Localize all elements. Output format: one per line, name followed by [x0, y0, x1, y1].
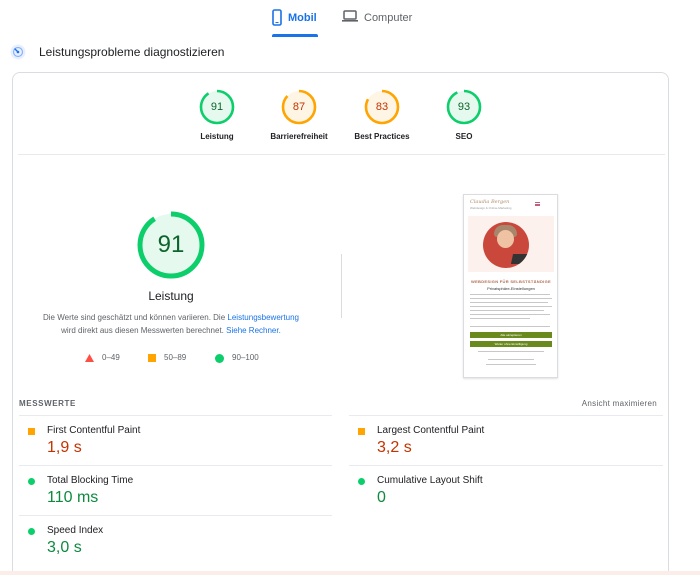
- pass-circle-icon: [28, 528, 35, 535]
- screenshot-logo: Claudia Bergen: [470, 199, 510, 205]
- gauge-accessibility-score: 87: [292, 101, 306, 113]
- metric-lcp-label: Largest Contentful Paint: [377, 425, 485, 436]
- device-tabs: Mobil Computer: [0, 0, 700, 38]
- metric-lcp: Largest Contentful Paint 3,2 s: [349, 423, 649, 471]
- score-legend: 0–49 50–89 90–100: [85, 352, 285, 366]
- laptop-icon: [342, 9, 358, 26]
- performance-diagnose-icon: [10, 44, 26, 60]
- metric-lcp-value: 3,2 s: [377, 439, 412, 456]
- screenshot-logo-sub: Webdesign & Online-Marketing: [470, 206, 512, 210]
- smartphone-icon: [272, 9, 282, 29]
- text-line: [486, 364, 536, 365]
- gauge-performance[interactable]: 91 Leistung: [177, 89, 257, 141]
- text-line: [470, 294, 550, 295]
- score-description: Die Werte sind geschätzt und können vari…: [33, 311, 309, 337]
- gauge-best-practices[interactable]: 83 Best Practices: [342, 89, 422, 141]
- tab-desktop[interactable]: Computer: [342, 9, 412, 37]
- text-line: [470, 310, 544, 311]
- average-square-icon: [148, 354, 156, 362]
- legend-average: 50–89: [148, 352, 186, 364]
- calculator-link[interactable]: Siehe Rechner.: [226, 326, 281, 335]
- gauge-accessibility-label: Barrierefreiheit: [270, 132, 328, 141]
- gauge-accessibility[interactable]: 87 Barrierefreiheit: [259, 89, 339, 141]
- performance-score-title: Leistung: [148, 289, 194, 303]
- metric-cls: Cumulative Layout Shift 0: [349, 473, 649, 521]
- text-line: [478, 351, 544, 352]
- text-line: [470, 314, 550, 315]
- metric-cls-value: 0: [377, 489, 386, 506]
- gauge-best-practices-score: 83: [375, 101, 389, 113]
- tab-active-indicator: [272, 34, 318, 37]
- metric-fcp: First Contentful Paint 1,9 s: [19, 423, 319, 471]
- score-description-text-1: Die Werte sind geschätzt und können vari…: [42, 313, 228, 322]
- gauge-best-practices-label: Best Practices: [354, 132, 410, 141]
- performance-score-gauge: 91: [137, 211, 205, 279]
- text-line: [470, 298, 552, 299]
- screenshot-continue-button: Weiter ohne Einwilligung: [470, 341, 552, 347]
- screenshot-accept-button: Alle akzeptieren: [470, 332, 552, 338]
- metric-separator: [19, 415, 332, 416]
- section-header: Leistungsprobleme diagnostizieren: [10, 44, 224, 60]
- vertical-divider: [341, 254, 342, 318]
- gauge-seo-label: SEO: [455, 132, 473, 141]
- score-description-text-2: wird direkt aus diesen Messwerten berech…: [61, 326, 227, 335]
- legend-fail-label: 0–49: [102, 353, 120, 362]
- screenshot-headline: WEBDESIGN FÜR SELBSTSTÄNDIGE: [471, 279, 551, 284]
- gauge-performance-label: Leistung: [200, 132, 234, 141]
- bottom-edge: [0, 571, 700, 575]
- text-line: [470, 318, 530, 319]
- category-gauges: 91 Leistung 87 Barrierefreiheit 83 Best …: [13, 89, 670, 149]
- tab-desktop-label: Computer: [364, 12, 413, 24]
- metric-fcp-value: 1,9 s: [47, 439, 82, 456]
- metric-tbt-label: Total Blocking Time: [47, 475, 134, 486]
- section-title: Leistungsprobleme diagnostizieren: [39, 45, 225, 59]
- metric-tbt-value: 110 ms: [47, 489, 99, 506]
- portrait-image: [483, 222, 529, 268]
- fail-triangle-icon: [85, 354, 94, 362]
- performance-score-link[interactable]: Leistungsbewertung: [227, 313, 299, 322]
- pass-circle-icon: [215, 353, 224, 363]
- metrics-heading: MESSWERTE: [19, 399, 76, 408]
- performance-score-value: 91: [157, 231, 185, 258]
- legend-fail: 0–49: [85, 352, 120, 364]
- metric-separator: [349, 415, 663, 416]
- metric-speed-index-label: Speed Index: [47, 525, 104, 536]
- pass-circle-icon: [28, 478, 35, 485]
- screenshot-subhead: Privatsphäre-Einstellungen: [487, 286, 535, 291]
- gauge-seo[interactable]: 93 SEO: [424, 89, 504, 141]
- text-line: [470, 302, 548, 303]
- expand-view-button[interactable]: Ansicht maximieren: [582, 399, 657, 408]
- legend-pass-label: 90–100: [232, 353, 259, 362]
- legend-average-label: 50–89: [164, 353, 187, 362]
- metric-speed-index: Speed Index 3,0 s: [19, 523, 319, 571]
- pass-circle-icon: [358, 478, 365, 485]
- gauge-seo-score: 93: [457, 101, 471, 113]
- divider: [18, 154, 665, 155]
- screenshot-hero: [468, 216, 554, 272]
- legend-pass: 90–100: [215, 352, 259, 364]
- metric-fcp-label: First Contentful Paint: [47, 425, 141, 436]
- metric-tbt: Total Blocking Time 110 ms: [19, 473, 319, 521]
- average-square-icon: [358, 428, 365, 435]
- hamburger-menu-icon: [535, 202, 540, 206]
- text-line: [470, 326, 550, 327]
- average-square-icon: [28, 428, 35, 435]
- metric-cls-label: Cumulative Layout Shift: [377, 475, 483, 486]
- gauge-performance-score: 91: [210, 101, 224, 113]
- final-screenshot[interactable]: Claudia Bergen Webdesign & Online-Market…: [463, 194, 558, 378]
- metric-speed-index-value: 3,0 s: [47, 539, 82, 556]
- report-card: 91 Leistung 87 Barrierefreiheit 83 Best …: [12, 72, 669, 575]
- tab-mobile[interactable]: Mobil: [272, 9, 318, 37]
- text-line: [470, 306, 552, 307]
- text-line: [488, 359, 534, 360]
- tab-mobile-label: Mobil: [288, 12, 317, 24]
